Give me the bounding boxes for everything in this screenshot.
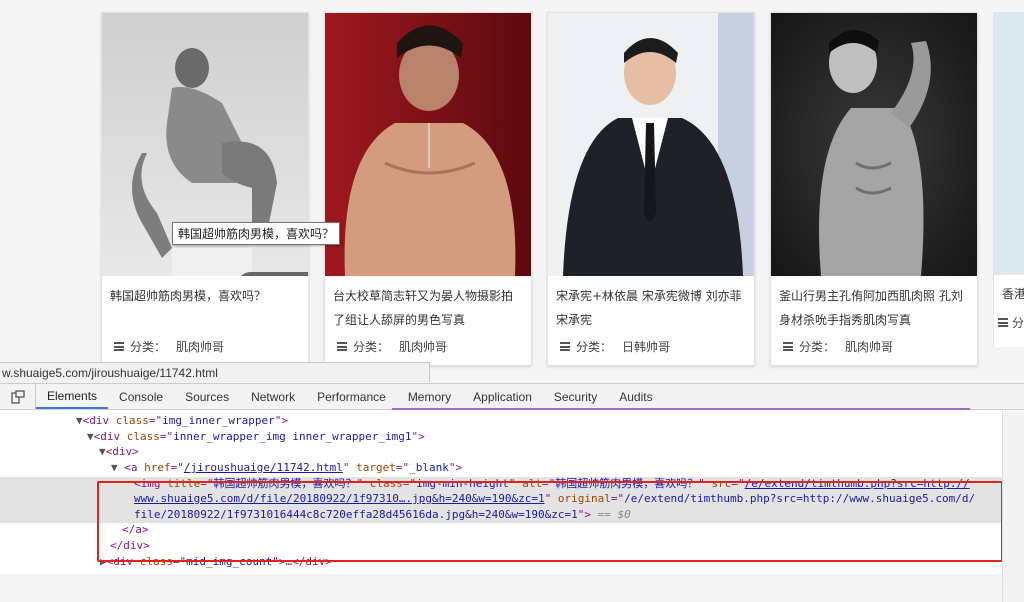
dom-node[interactable]: ▼<div class="img_inner_wrapper"> bbox=[76, 413, 288, 429]
menu-lines-icon bbox=[998, 318, 1008, 327]
devtools-tabbar: Elements Console Sources Network Perform… bbox=[0, 384, 1024, 410]
card-title[interactable]: 香港 bbox=[994, 275, 1024, 302]
card-title[interactable]: 宋承宪+林依晨 宋承宪微博 刘亦菲宋承宪 bbox=[548, 276, 754, 332]
category-link[interactable]: 肌肉帅哥 bbox=[399, 338, 447, 355]
dom-tree: ▼<div class="img_inner_wrapper"> ▼<div c… bbox=[0, 411, 1024, 602]
photo-count-badge: 9张 bbox=[236, 272, 308, 276]
web-page: 9张 韩国超帅筋肉男模，喜欢吗？ 分类： 肌肉帅哥 9张 bbox=[0, 0, 1024, 382]
card-title[interactable]: 台大校草简志轩又为晏人物摄影拍了组让人舔屏的男色写真 bbox=[325, 276, 531, 332]
dom-node-anchor[interactable]: ▼ <a href="/jiroushuaige/11742.html" tar… bbox=[111, 460, 462, 476]
styles-pane-edge bbox=[1002, 411, 1024, 602]
menu-lines-icon bbox=[114, 342, 124, 351]
card-category: 分类： 肌肉帅哥 bbox=[102, 332, 308, 365]
tab-elements[interactable]: Elements bbox=[36, 384, 109, 409]
category-link[interactable]: 肌肉帅哥 bbox=[845, 338, 893, 355]
status-url-bar: w.shuaige5.com/jiroushuaige/11742.html bbox=[0, 362, 430, 382]
expand-triangle-icon[interactable]: ▼ bbox=[87, 430, 94, 443]
image-card[interactable]: 11张 宋承宪+林依晨 宋承宪微博 刘亦菲宋承宪 分类： 日韩帅哥 bbox=[547, 12, 755, 366]
tab-memory[interactable]: Memory bbox=[397, 384, 462, 409]
card-photo[interactable]: 11张 bbox=[548, 13, 754, 276]
expand-triangle-icon[interactable]: ▼ bbox=[76, 414, 83, 427]
expand-triangle-icon[interactable]: ▼ bbox=[111, 461, 118, 474]
category-link[interactable]: 肌肉帅哥 bbox=[176, 338, 224, 355]
card-title[interactable]: 韩国超帅筋肉男模，喜欢吗？ bbox=[102, 276, 308, 332]
menu-lines-icon bbox=[337, 342, 347, 351]
card-photo[interactable]: 9张 bbox=[325, 13, 531, 276]
annotation-highlight-box bbox=[97, 481, 1003, 562]
image-card[interactable]: 9张 韩国超帅筋肉男模，喜欢吗？ 分类： 肌肉帅哥 bbox=[101, 12, 309, 366]
card-title[interactable]: 釜山行男主孔侑阿加西肌肉照 孔刘身材杀吮手指秀肌肉写真 bbox=[771, 276, 977, 332]
category-link[interactable]: 日韩帅哥 bbox=[622, 338, 670, 355]
card-photo[interactable]: 10张 bbox=[771, 13, 977, 276]
image-card[interactable]: 9张 台大校草简志轩又为晏人物摄影拍了组让人舔屏的男色写真 分类： 肌肉帅哥 bbox=[324, 12, 532, 366]
dom-node[interactable]: ▼<div> bbox=[99, 444, 139, 460]
tab-scroll-indicator bbox=[392, 408, 970, 410]
device-toolbar-icon[interactable] bbox=[0, 384, 36, 409]
tab-console[interactable]: Console bbox=[108, 384, 174, 409]
card-category: 分类： 日韩帅哥 bbox=[548, 332, 754, 365]
image-card-partial[interactable]: 香港 分 bbox=[993, 12, 1024, 347]
menu-lines-icon bbox=[783, 342, 793, 351]
tooltip: 韩国超帅筋肉男模，喜欢吗？ bbox=[172, 222, 341, 245]
tab-audits[interactable]: Audits bbox=[608, 384, 663, 409]
menu-lines-icon bbox=[560, 342, 570, 351]
card-category: 分类： 肌肉帅哥 bbox=[771, 332, 977, 365]
card-category: 分类： 肌肉帅哥 bbox=[325, 332, 531, 365]
card-photo[interactable] bbox=[994, 12, 1024, 275]
image-card[interactable]: 10张 釜山行男主孔侑阿加西肌肉照 孔刘身材杀吮手指秀肌肉写真 分类： 肌肉帅哥 bbox=[770, 12, 978, 366]
tab-application[interactable]: Application bbox=[462, 384, 543, 409]
tab-sources[interactable]: Sources bbox=[174, 384, 240, 409]
tab-security[interactable]: Security bbox=[543, 384, 608, 409]
expand-triangle-icon[interactable]: ▼ bbox=[99, 445, 106, 458]
tab-network[interactable]: Network bbox=[240, 384, 306, 409]
card-category: 分 bbox=[994, 302, 1024, 331]
dom-node[interactable]: ▼<div class="inner_wrapper_img inner_wra… bbox=[87, 429, 425, 445]
devtools-panel: Elements Console Sources Network Perform… bbox=[0, 383, 1024, 602]
tab-performance[interactable]: Performance bbox=[306, 384, 397, 409]
